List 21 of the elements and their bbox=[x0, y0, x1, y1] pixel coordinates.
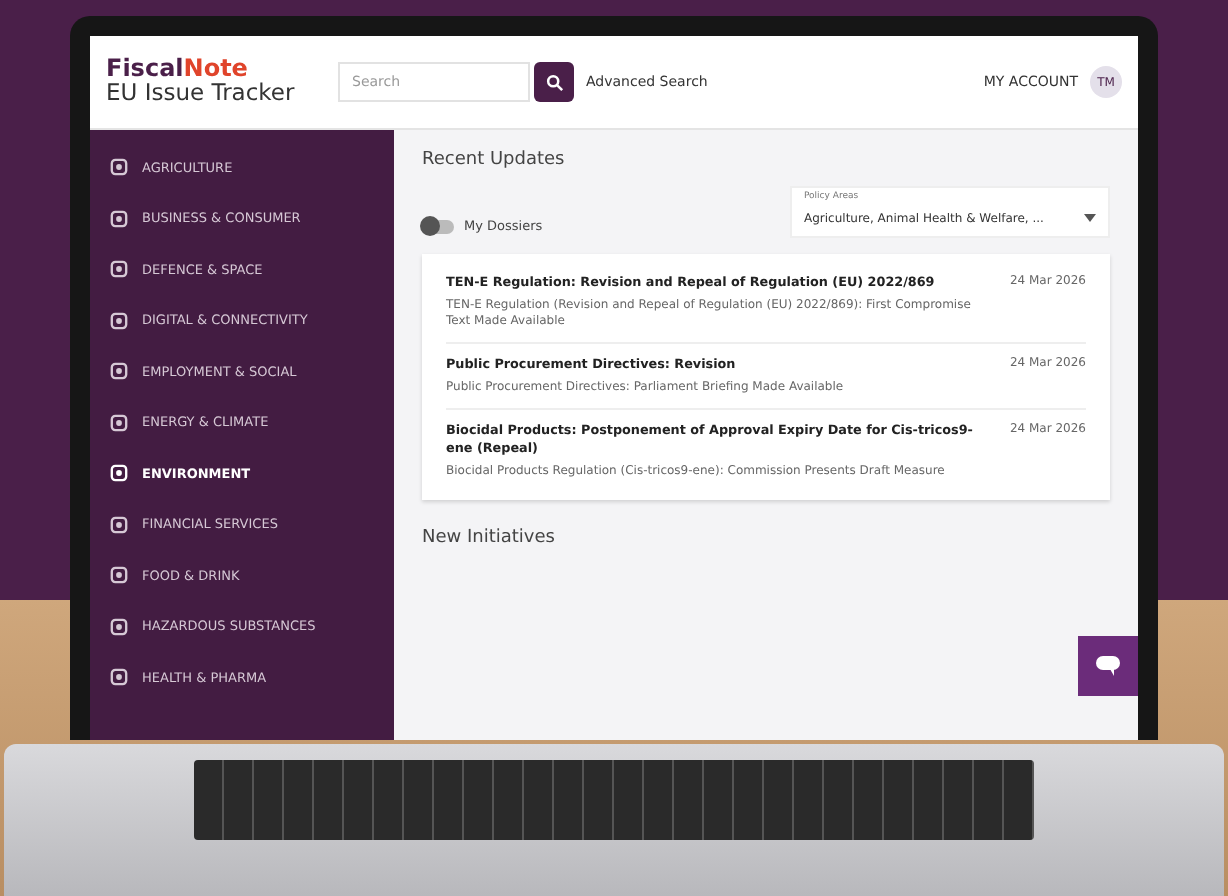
logo-text: FiscalNote bbox=[106, 56, 248, 81]
category-icon bbox=[110, 668, 128, 687]
category-icon bbox=[110, 209, 128, 228]
category-icon bbox=[110, 515, 128, 534]
category-icon bbox=[110, 158, 128, 177]
category-icon bbox=[110, 311, 128, 330]
category-icon bbox=[110, 362, 128, 381]
category-icon bbox=[110, 413, 128, 432]
search-icon bbox=[545, 73, 563, 91]
search-button[interactable] bbox=[534, 62, 574, 102]
category-icon bbox=[110, 464, 128, 483]
category-icon bbox=[110, 617, 128, 636]
chat-bubble-icon bbox=[1096, 655, 1120, 677]
dropdown-caret-icon bbox=[1084, 214, 1096, 222]
section-heading: Recent Updates bbox=[422, 150, 567, 170]
toggle-switch[interactable] bbox=[422, 219, 454, 233]
chat-button[interactable] bbox=[1078, 636, 1138, 696]
category-icon bbox=[110, 566, 128, 585]
category-icon bbox=[110, 260, 128, 279]
section-heading: New Initiatives bbox=[422, 528, 557, 549]
product-name: EU Issue Tracker bbox=[106, 80, 297, 108]
